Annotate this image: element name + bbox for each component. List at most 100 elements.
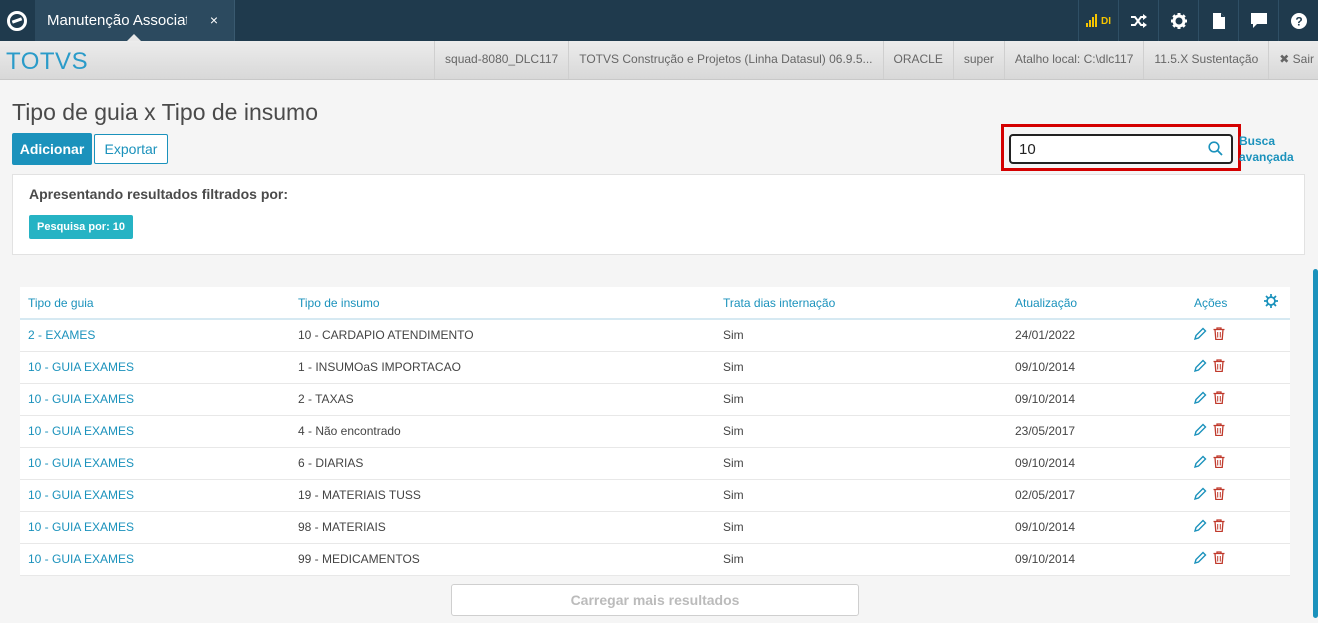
table-row[interactable]: 2 - EXAMES 10 - CARDAPIO ATENDIMENTO Sim 24… [20,319,1290,352]
info-server: squad-8080_DLC117 [434,41,568,79]
edit-pencil-icon[interactable] [1193,551,1207,567]
cell-tipo-insumo: 10 - CARDAPIO ATENDIMENTO [290,319,715,352]
info-user: super [952,41,1004,79]
table-row[interactable]: 10 - GUIA EXAMES 19 - MATERIAIS TUSS Sim 02… [20,479,1290,512]
column-header-tipo-insumo[interactable]: Tipo de insumo [290,287,715,320]
cell-tipo-guia[interactable]: 10 - GUIA EXAMES [20,415,290,448]
info-local-shortcut: Atalho local: C:\dlc117 [1003,41,1144,79]
cell-atualizacao: 23/05/2017 [1007,415,1186,448]
info-version: 11.5.X Sustentação [1143,41,1268,79]
edit-pencil-icon[interactable] [1193,327,1207,343]
signal-status-icon[interactable]: DI [1078,0,1118,41]
brand-logo: TOTVS [6,48,89,75]
cell-trata-dias: Sim [715,511,1007,544]
totvs-home-icon[interactable] [0,0,33,41]
help-icon[interactable]: ? [1278,0,1318,41]
table-row[interactable]: 10 - GUIA EXAMES 6 - DIARIAS Sim 09/10/2014 [20,447,1290,480]
chat-icon[interactable] [1238,0,1278,41]
column-header-trata-dias[interactable]: Trata dias internação [715,287,1007,320]
cell-tipo-guia[interactable]: 10 - GUIA EXAMES [20,511,290,544]
cell-tipo-guia[interactable]: 10 - GUIA EXAMES [20,447,290,480]
cell-acoes [1186,543,1256,576]
cell-empty [1256,511,1290,544]
edit-pencil-icon[interactable] [1193,519,1207,535]
tab-label: Manutenção Associativa [47,12,187,29]
table-row[interactable]: 10 - GUIA EXAMES 2 - TAXAS Sim 09/10/2014 [20,383,1290,416]
delete-trash-icon[interactable] [1213,423,1225,439]
advanced-search-link[interactable]: Busca avançada [1239,133,1294,165]
tab-manutencao-associativa[interactable]: Manutenção Associativa × [35,0,235,41]
cell-acoes [1186,351,1256,384]
delete-trash-icon[interactable] [1213,327,1225,343]
cell-tipo-insumo: 99 - MEDICAMENTOS [290,543,715,576]
cell-acoes [1186,479,1256,512]
cell-tipo-guia[interactable]: 10 - GUIA EXAMES [20,479,290,512]
column-header-tipo-guia[interactable]: Tipo de guia [20,287,290,320]
info-product: TOTVS Construção e Projetos (Linha Datas… [568,41,882,79]
cell-empty [1256,383,1290,416]
delete-trash-icon[interactable] [1213,359,1225,375]
edit-pencil-icon[interactable] [1193,359,1207,375]
advanced-search-line2: avançada [1239,150,1294,164]
delete-trash-icon[interactable] [1213,551,1225,567]
cell-acoes [1186,383,1256,416]
cell-empty [1256,479,1290,512]
cell-tipo-insumo: 1 - INSUMOaS IMPORTACAO [290,351,715,384]
logout-button[interactable]: ✖ Sair [1268,41,1318,79]
signal-label: DI [1101,16,1111,27]
cell-tipo-guia[interactable]: 10 - GUIA EXAMES [20,383,290,416]
cell-atualizacao: 09/10/2014 [1007,383,1186,416]
table-row[interactable]: 10 - GUIA EXAMES 4 - Não encontrado Sim 23/… [20,415,1290,448]
advanced-search-line1: Busca [1239,134,1276,148]
delete-trash-icon[interactable] [1213,391,1225,407]
delete-trash-icon[interactable] [1213,455,1225,471]
edit-pencil-icon[interactable] [1193,487,1207,503]
cell-tipo-guia[interactable]: 2 - EXAMES [20,319,290,352]
search-box[interactable] [1009,134,1233,164]
top-navigation-bar: Manutenção Associativa × DI ? [0,0,1318,41]
edit-pencil-icon[interactable] [1193,423,1207,439]
table-row[interactable]: 10 - GUIA EXAMES 1 - INSUMOaS IMPORTACAO S… [20,351,1290,384]
export-button[interactable]: Exportar [94,134,168,164]
cell-tipo-insumo: 98 - MATERIAIS [290,511,715,544]
scrollbar-thumb[interactable] [1313,269,1318,618]
cell-atualizacao: 09/10/2014 [1007,351,1186,384]
results-table-card: Tipo de guia Tipo de insumo Trata dias i… [20,287,1290,576]
edit-pencil-icon[interactable] [1193,391,1207,407]
filter-summary-panel: Apresentando resultados filtrados por: P… [12,174,1305,255]
search-input[interactable] [1019,141,1199,158]
edit-pencil-icon[interactable] [1193,455,1207,471]
document-icon[interactable] [1198,0,1238,41]
delete-trash-icon[interactable] [1213,519,1225,535]
cell-empty [1256,351,1290,384]
load-more-button[interactable]: Carregar mais resultados [451,584,859,616]
cell-tipo-insumo: 6 - DIARIAS [290,447,715,480]
cell-tipo-insumo: 2 - TAXAS [290,383,715,416]
cell-trata-dias: Sim [715,415,1007,448]
gear-icon[interactable] [1158,0,1198,41]
cell-empty [1256,543,1290,576]
column-header-acoes: Ações [1186,287,1256,320]
search-icon[interactable] [1208,141,1223,161]
cell-tipo-guia[interactable]: 10 - GUIA EXAMES [20,543,290,576]
column-header-atualizacao[interactable]: Atualização [1007,287,1186,320]
cell-trata-dias: Sim [715,479,1007,512]
cell-empty [1256,447,1290,480]
info-database: ORACLE [882,41,953,79]
results-table: Tipo de guia Tipo de insumo Trata dias i… [20,287,1290,576]
delete-trash-icon[interactable] [1213,487,1225,503]
cell-tipo-guia[interactable]: 10 - GUIA EXAMES [20,351,290,384]
shuffle-icon[interactable] [1118,0,1158,41]
cell-tipo-insumo: 19 - MATERIAIS TUSS [290,479,715,512]
cell-atualizacao: 09/10/2014 [1007,511,1186,544]
filter-chip[interactable]: Pesquisa por: 10 [29,215,134,239]
cell-atualizacao: 24/01/2022 [1007,319,1186,352]
table-row[interactable]: 10 - GUIA EXAMES 98 - MATERIAIS Sim 09/10/2… [20,511,1290,544]
cell-atualizacao: 09/10/2014 [1007,447,1186,480]
table-settings-icon[interactable] [1256,287,1290,320]
table-row[interactable]: 10 - GUIA EXAMES 99 - MEDICAMENTOS Sim 09/1… [20,543,1290,576]
add-button[interactable]: Adicionar [12,133,92,165]
filter-title: Apresentando resultados filtrados por: [29,186,289,202]
cell-trata-dias: Sim [715,447,1007,480]
close-icon[interactable]: × [210,12,218,28]
